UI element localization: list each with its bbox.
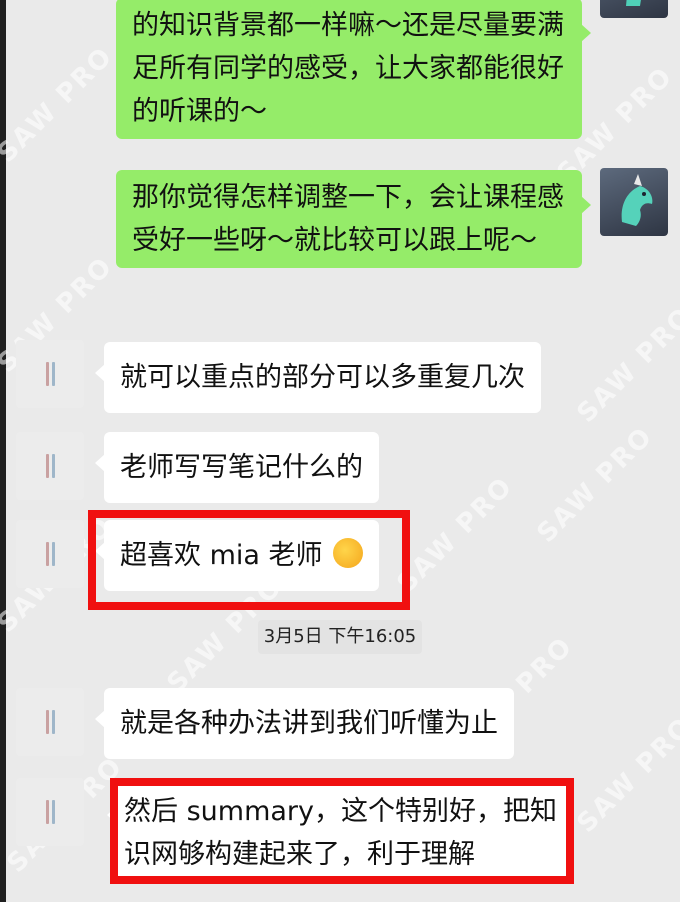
- receiver-avatar[interactable]: [16, 520, 84, 588]
- message-text: 就是各种办法讲到我们听懂为止: [120, 708, 498, 739]
- receiver-avatar[interactable]: [16, 688, 84, 756]
- message-text: 就可以重点的部分可以多重复几次: [120, 362, 525, 393]
- window-edge: [0, 0, 6, 902]
- highlight-box: [88, 510, 410, 610]
- chat-bubble-received[interactable]: 老师写写笔记什么的: [95, 432, 379, 503]
- receiver-avatar[interactable]: [16, 778, 84, 846]
- receiver-avatar[interactable]: [16, 432, 84, 500]
- watermark-text: SAW PRO: [571, 301, 680, 429]
- chat-bubble-sent[interactable]: 的知识背景都一样嘛～还是尽量要满足所有同学的感受，让大家都能很好的听课的～: [116, 0, 591, 139]
- highlight-box: [110, 778, 574, 884]
- watermark-text: SAW PRO: [531, 421, 660, 549]
- watermark-text: SAW PRO: [0, 41, 120, 169]
- watermark-text: SAW PRO: [391, 471, 520, 599]
- message-text: 的知识背景都一样嘛～还是尽量要满足所有同学的感受，让大家都能很好的听课的～: [132, 10, 564, 127]
- chat-bubble-sent[interactable]: 那你觉得怎样调整一下，会让课程感受好一些呀～就比较可以跟上呢～: [116, 170, 591, 268]
- sender-avatar[interactable]: [600, 168, 668, 236]
- watermark-text: SAW PRO: [571, 711, 680, 839]
- chat-bubble-received[interactable]: 就是各种办法讲到我们听懂为止: [95, 688, 514, 759]
- unicorn-icon: [621, 174, 653, 226]
- sender-avatar[interactable]: [600, 0, 668, 18]
- message-text: 老师写写笔记什么的: [120, 452, 363, 483]
- unicorn-icon: [626, 0, 641, 6]
- message-text: 那你觉得怎样调整一下，会让课程感受好一些呀～就比较可以跟上呢～: [132, 182, 564, 256]
- chat-timestamp: 3月5日 下午16:05: [258, 620, 422, 654]
- chat-bubble-received[interactable]: 就可以重点的部分可以多重复几次: [95, 342, 541, 413]
- receiver-avatar[interactable]: [16, 340, 84, 408]
